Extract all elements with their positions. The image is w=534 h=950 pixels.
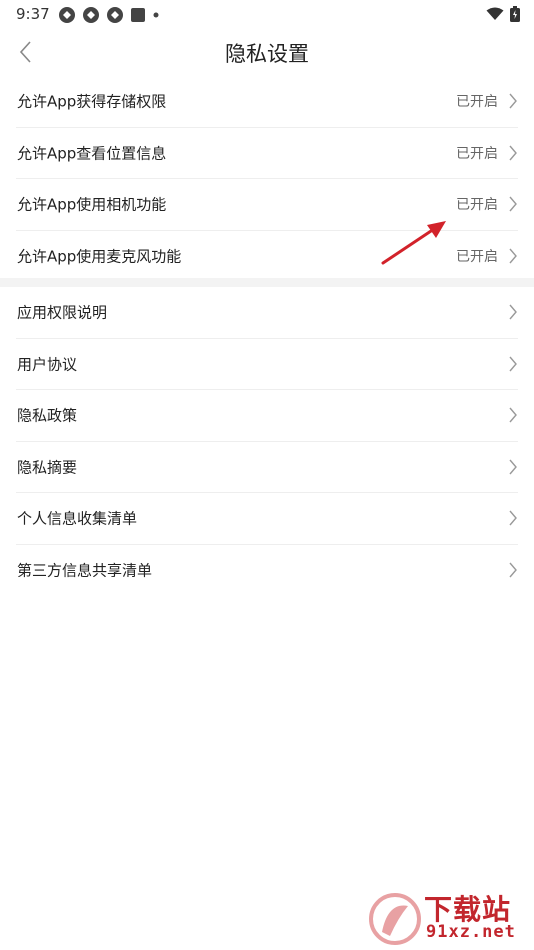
chevron-right-icon: [509, 510, 517, 526]
app-notification-icon: [107, 7, 123, 23]
links-section: 应用权限说明 用户协议 隐私政策 隐私摘要 个人信息收集清单 第三方信息共享清单: [0, 287, 534, 595]
page-title: 隐私设置: [225, 42, 309, 66]
chevron-right-icon: [509, 459, 517, 475]
permission-row-location[interactable]: 允许App查看位置信息 已开启: [16, 128, 518, 179]
link-label: 用户协议: [17, 355, 78, 374]
status-system-icons: [486, 6, 520, 22]
permissions-section: 允许App获得存储权限 已开启 允许App查看位置信息 已开启 允许App使用相…: [0, 76, 534, 281]
app-notification-icon: [83, 7, 99, 23]
link-label: 第三方信息共享清单: [17, 561, 153, 580]
watermark: 下载站 91xz.net: [368, 888, 528, 946]
battery-icon: [510, 6, 520, 22]
square-notification-icon: [131, 8, 145, 22]
permission-status: 已开启: [456, 145, 498, 162]
watermark-logo-icon: [369, 893, 421, 945]
chevron-right-icon: [509, 248, 517, 264]
link-row-third-party-sharing-list[interactable]: 第三方信息共享清单: [16, 545, 518, 596]
red-arrow-icon: [381, 221, 446, 265]
chevron-right-icon: [509, 562, 517, 578]
permission-status: 已开启: [456, 94, 498, 111]
permission-status: 已开启: [456, 248, 498, 265]
chevron-right-icon: [509, 304, 517, 320]
watermark-url: 91xz.net: [426, 922, 516, 942]
app-notification-icon: [59, 7, 75, 23]
permission-label: 允许App使用麦克风功能: [17, 247, 182, 266]
permission-label: 允许App获得存储权限: [17, 92, 167, 111]
link-label: 隐私摘要: [17, 458, 78, 477]
link-row-user-agreement[interactable]: 用户协议: [16, 339, 518, 390]
link-label: 个人信息收集清单: [17, 509, 138, 528]
status-time: 9:37: [16, 5, 50, 23]
chevron-right-icon: [509, 93, 517, 109]
chevron-right-icon: [509, 407, 517, 423]
header: 隐私设置: [0, 28, 534, 76]
link-row-privacy-policy[interactable]: 隐私政策: [16, 390, 518, 442]
dot-icon: [153, 12, 159, 18]
link-row-info-collection-list[interactable]: 个人信息收集清单: [16, 493, 518, 545]
section-divider: [0, 278, 534, 287]
permission-label: 允许App使用相机功能: [17, 195, 167, 214]
link-label: 隐私政策: [17, 406, 78, 425]
chevron-right-icon: [509, 145, 517, 161]
chevron-right-icon: [509, 356, 517, 372]
chevron-right-icon: [509, 196, 517, 212]
link-row-permission-explanation[interactable]: 应用权限说明: [16, 287, 518, 339]
status-notification-icons: [58, 6, 160, 24]
wifi-icon: [486, 7, 504, 20]
link-row-privacy-summary[interactable]: 隐私摘要: [16, 442, 518, 493]
permission-row-storage[interactable]: 允许App获得存储权限 已开启: [16, 76, 518, 128]
status-bar: 9:37: [0, 0, 534, 28]
permission-status: 已开启: [456, 197, 498, 214]
link-label: 应用权限说明: [17, 303, 108, 322]
permission-label: 允许App查看位置信息: [17, 144, 167, 163]
